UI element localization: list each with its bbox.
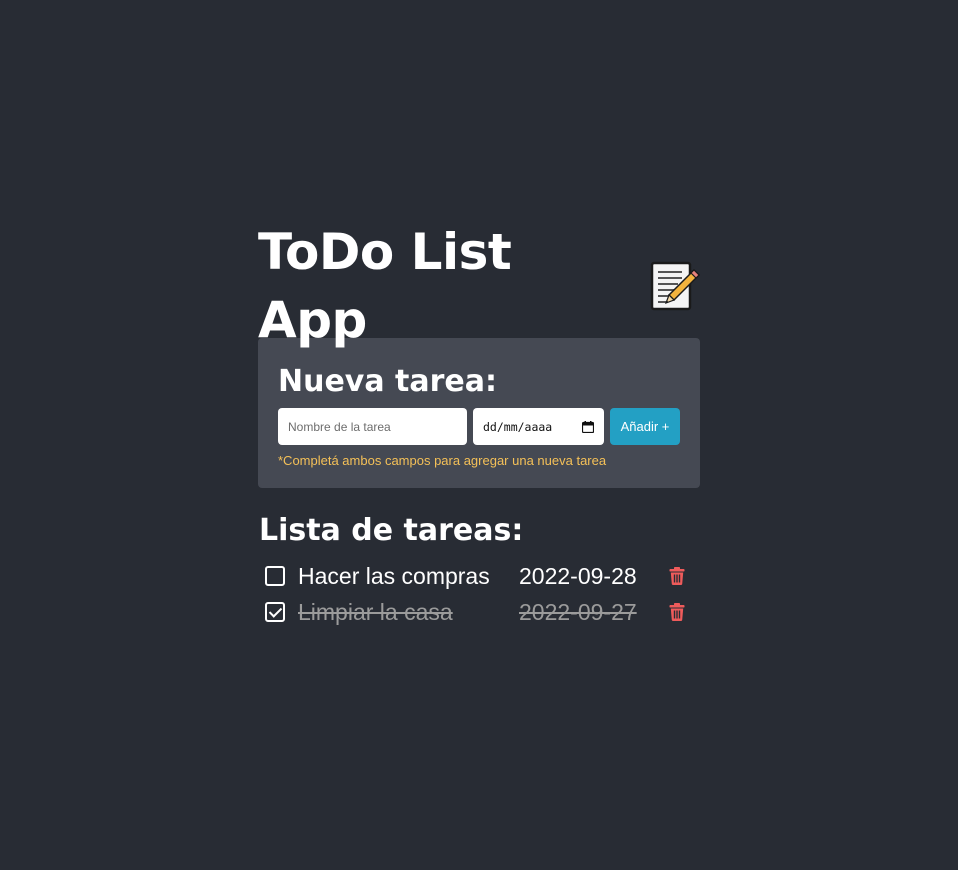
task-list-heading: Lista de tareas: (259, 513, 524, 548)
task-date: 2022-09-28 (519, 563, 637, 589)
trash-icon[interactable] (669, 603, 685, 621)
date-placeholder: dd/mm/aaaa (483, 419, 553, 434)
page-title: ToDo List App (258, 223, 512, 349)
todo-app: ToDo List App Nueva tarea: dd/mm/aaaa (258, 223, 701, 630)
new-task-heading: Nueva tarea: (278, 364, 498, 399)
task-date: 2022-09-27 (519, 599, 637, 625)
task-item: Limpiar la casa 2022-09-27 (258, 594, 700, 630)
task-checkbox[interactable] (265, 602, 285, 622)
task-name: Limpiar la casa (298, 599, 453, 625)
memo-icon (648, 260, 701, 312)
task-name: Hacer las compras (298, 563, 490, 589)
calendar-icon[interactable] (581, 420, 595, 433)
new-task-card: Nueva tarea: dd/mm/aaaa Añadir + *Comple… (258, 338, 700, 488)
task-item: Hacer las compras 2022-09-28 (258, 558, 700, 594)
task-list: Hacer las compras 2022-09-28 Limpiar la … (258, 558, 700, 630)
form-hint: *Completá ambos campos para agregar una … (278, 453, 607, 468)
add-task-button[interactable]: Añadir + (610, 408, 680, 445)
task-date-input[interactable]: dd/mm/aaaa (473, 408, 604, 445)
header: ToDo List App (258, 223, 701, 349)
new-task-form: dd/mm/aaaa Añadir + (278, 408, 680, 445)
task-checkbox[interactable] (265, 566, 285, 586)
task-name-input[interactable] (278, 408, 467, 445)
trash-icon[interactable] (669, 567, 685, 585)
